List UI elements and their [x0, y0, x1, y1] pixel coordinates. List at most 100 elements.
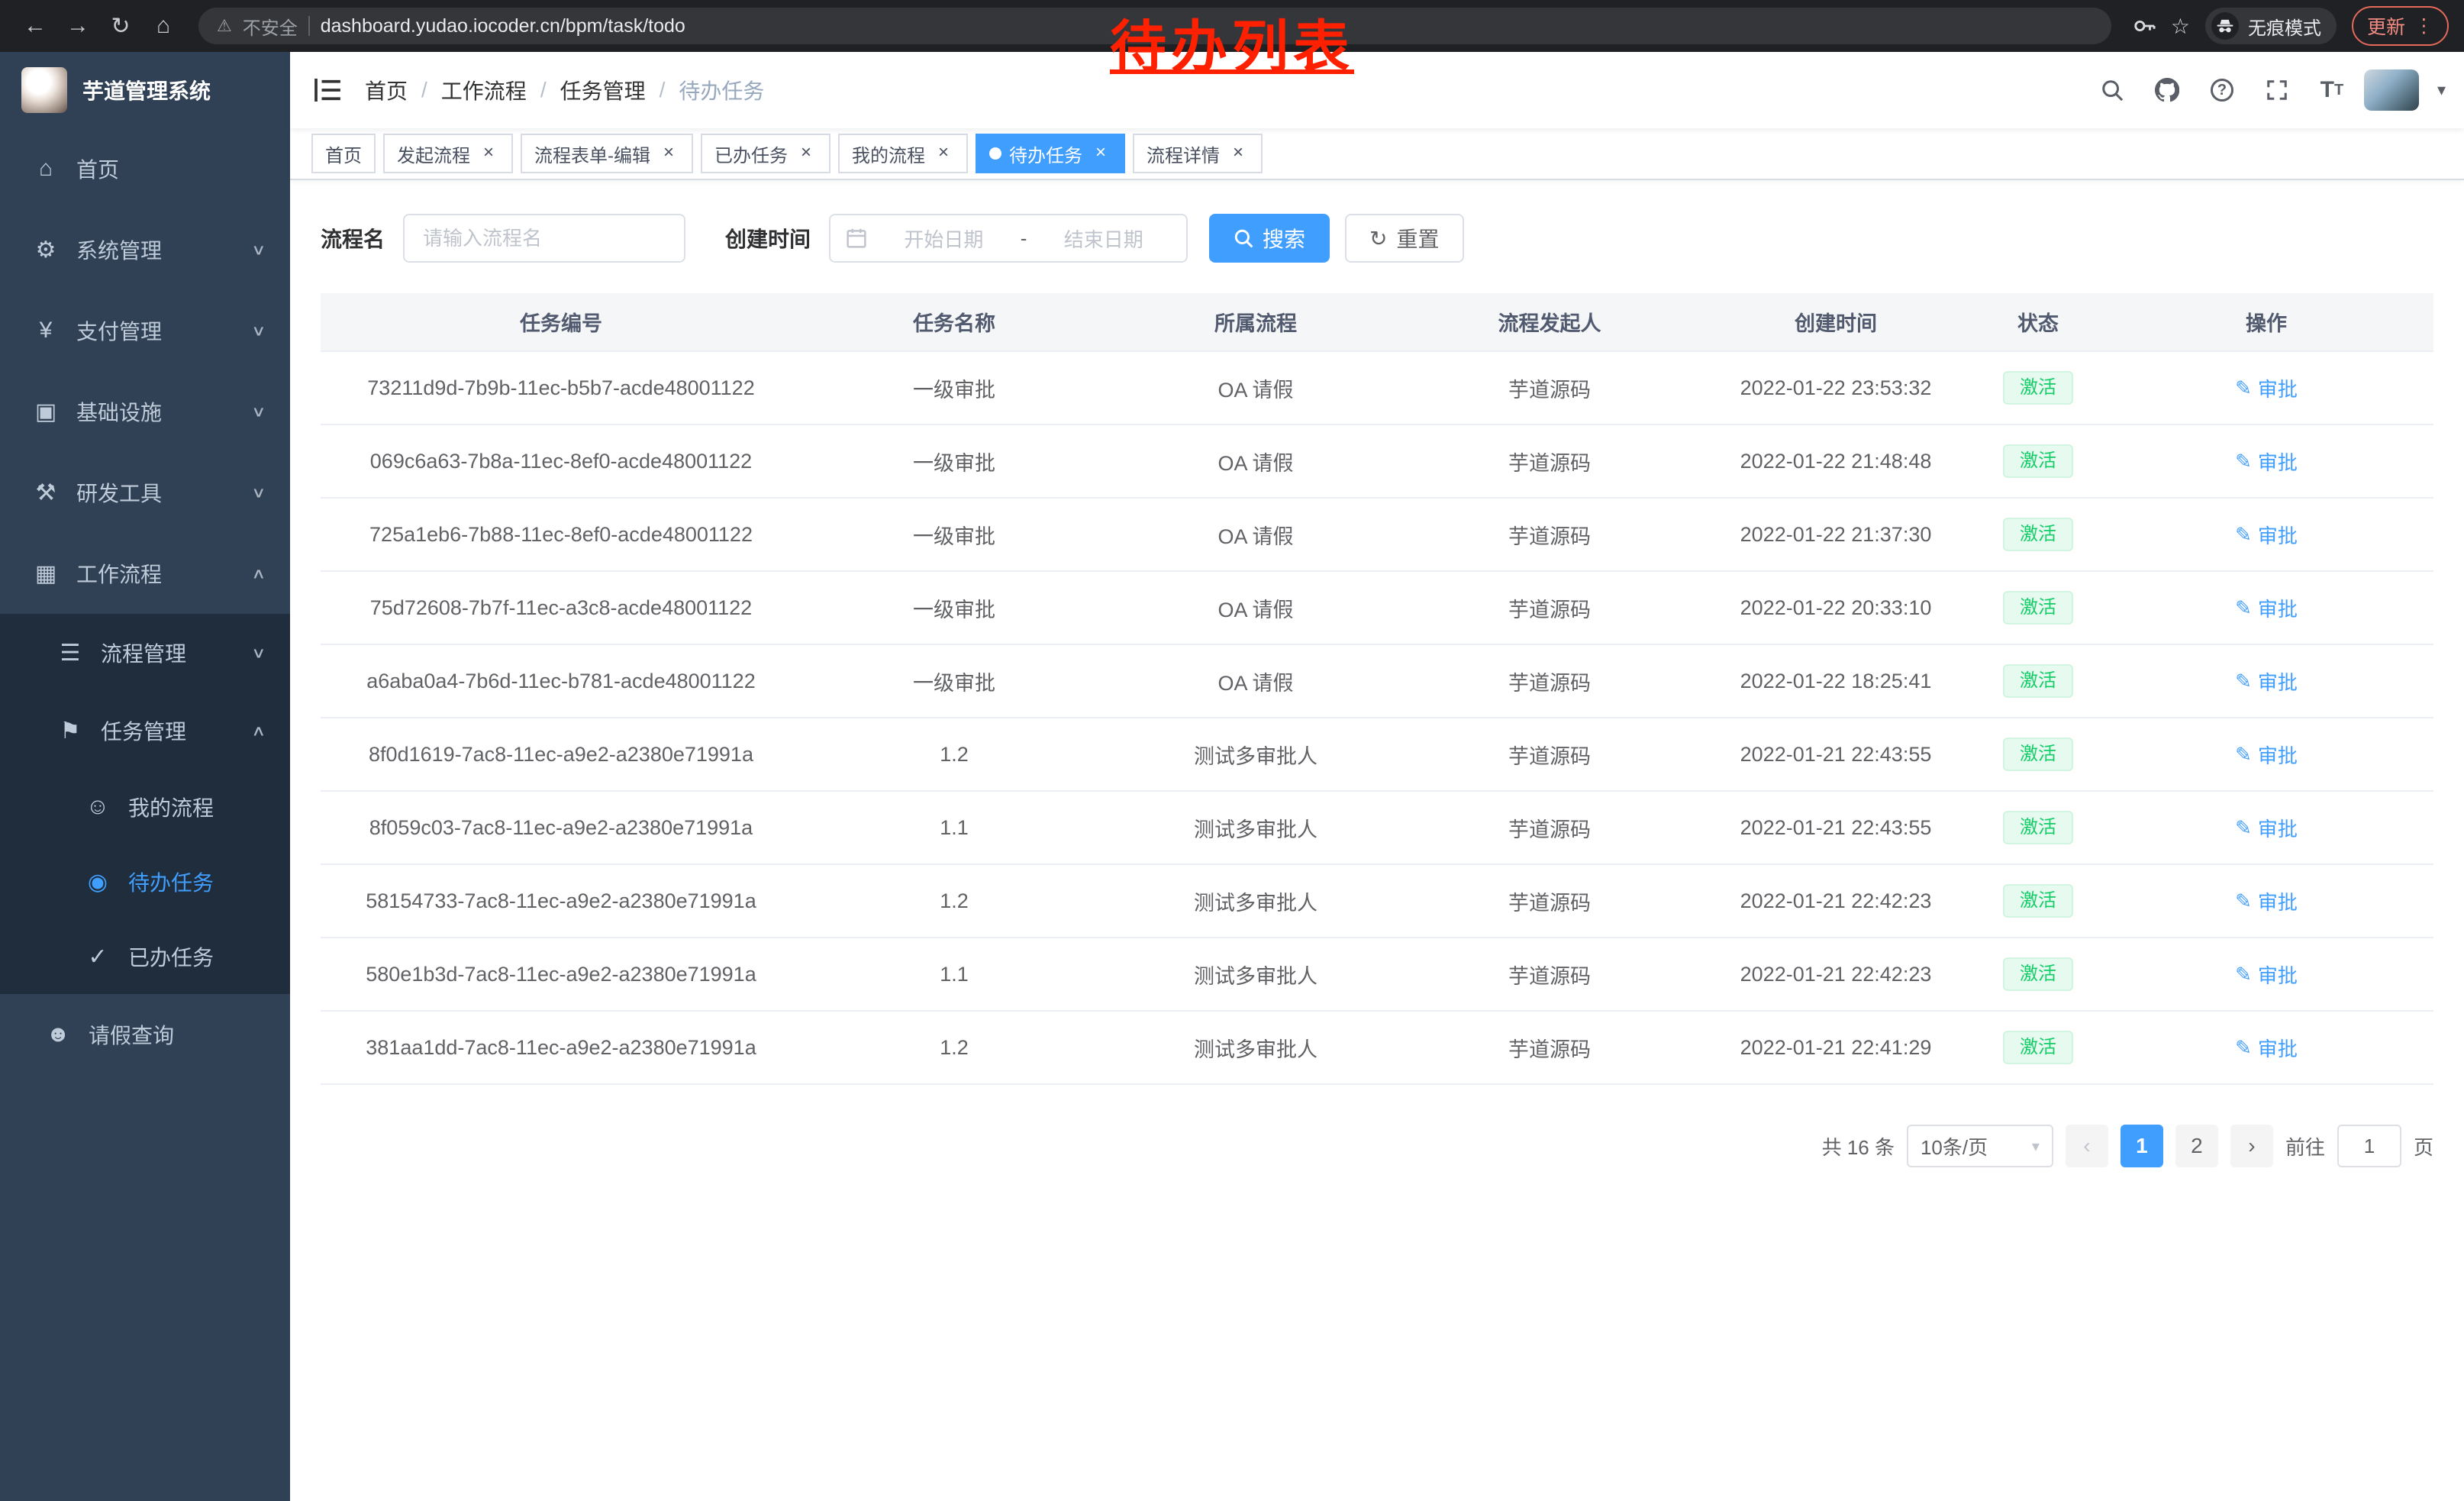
tab-process-form-edit[interactable]: 流程表单-编辑 ×: [521, 134, 693, 173]
bookmark-star-icon[interactable]: ☆: [2171, 14, 2190, 39]
incognito-badge[interactable]: 无痕模式: [2205, 8, 2337, 44]
process-name-input[interactable]: [403, 214, 685, 263]
sidebar-item-home[interactable]: ⌂ 首页: [0, 128, 290, 209]
approve-link[interactable]: ✎审批: [2235, 887, 2298, 915]
approve-link[interactable]: ✎审批: [2235, 741, 2298, 769]
approve-link[interactable]: ✎审批: [2235, 814, 2298, 842]
status-badge: 激活: [2003, 884, 2073, 918]
sidebar-item-devtools[interactable]: ⚒ 研发工具 ∨: [0, 452, 290, 533]
close-icon[interactable]: ×: [795, 143, 817, 164]
close-icon[interactable]: ×: [658, 143, 679, 164]
edit-icon: ✎: [2235, 596, 2252, 620]
reset-button[interactable]: ↻ 重置: [1345, 214, 1463, 263]
sidebar-item-done-tasks[interactable]: ✓ 已办任务: [0, 919, 290, 994]
browser-update-button[interactable]: 更新 ⋮: [2352, 6, 2449, 46]
avatar-caret-icon[interactable]: ▾: [2437, 80, 2446, 100]
sidebar-item-payment[interactable]: ¥ 支付管理 ∨: [0, 290, 290, 371]
table-header-row: 任务编号 任务名称 所属流程 流程发起人 创建时间 状态 操作: [321, 293, 2433, 351]
logo-image: [21, 67, 67, 113]
edit-icon: ✎: [2235, 523, 2252, 547]
start-date-placeholder: 开始日期: [876, 224, 1011, 253]
app-logo[interactable]: 芋道管理系统: [0, 52, 290, 128]
browser-reload-button[interactable]: ↻: [101, 6, 140, 46]
browser-forward-button[interactable]: →: [58, 6, 98, 46]
tab-todo-tasks[interactable]: 待办任务 ×: [976, 134, 1125, 173]
yen-icon: ¥: [31, 318, 61, 344]
person-icon: ☻: [43, 1022, 73, 1047]
chevron-up-icon: ∧: [252, 721, 266, 739]
avatar[interactable]: [2364, 69, 2419, 111]
font-size-icon[interactable]: TT: [2309, 67, 2355, 113]
edit-icon: ✎: [2235, 963, 2252, 986]
tab-done-tasks[interactable]: 已办任务 ×: [701, 134, 830, 173]
github-icon[interactable]: [2144, 67, 2190, 113]
table-row: 75d72608-7b7f-11ec-a3c8-acde48001122 一级审…: [321, 571, 2433, 644]
menu-dots-icon: ⋮: [2414, 15, 2433, 37]
fullscreen-icon[interactable]: [2254, 67, 2300, 113]
page-content: 流程名 创建时间 开始日期 - 结束日期 搜索: [290, 180, 2464, 1501]
sidebar-item-task-management[interactable]: ⚑ 任务管理 ∧: [0, 692, 290, 770]
reset-icon: ↻: [1369, 226, 1387, 251]
browser-home-button[interactable]: ⌂: [144, 6, 183, 46]
help-icon[interactable]: ?: [2199, 67, 2245, 113]
todo-task-table: 任务编号 任务名称 所属流程 流程发起人 创建时间 状态 操作 73211d9d…: [321, 293, 2433, 1085]
back-icon: ←: [24, 13, 47, 39]
tab-home[interactable]: 首页: [311, 134, 376, 173]
status-badge: 激活: [2003, 738, 2073, 771]
app-title: 芋道管理系统: [82, 75, 211, 105]
date-range-picker[interactable]: 开始日期 - 结束日期: [829, 214, 1188, 263]
sidebar-item-system[interactable]: ⚙ 系统管理 ∨: [0, 209, 290, 290]
browser-back-button[interactable]: ←: [15, 6, 55, 46]
warning-icon: ⚠: [217, 16, 232, 36]
incognito-label: 无痕模式: [2248, 13, 2321, 40]
sidebar-item-process-management[interactable]: ☰ 流程管理 ∨: [0, 614, 290, 692]
status-badge: 激活: [2003, 371, 2073, 405]
sidebar-item-infrastructure[interactable]: ▣ 基础设施 ∨: [0, 371, 290, 452]
sidebar-item-todo-tasks[interactable]: ◉ 待办任务: [0, 844, 290, 919]
approve-link[interactable]: ✎审批: [2235, 1034, 2298, 1062]
approve-link[interactable]: ✎审批: [2235, 521, 2298, 549]
edit-icon: ✎: [2235, 889, 2252, 913]
sidebar-toggle-icon[interactable]: [290, 79, 365, 102]
close-icon[interactable]: ×: [1227, 143, 1249, 164]
password-key-icon[interactable]: [2133, 15, 2156, 37]
close-icon[interactable]: ×: [478, 143, 499, 164]
next-page-button[interactable]: ›: [2230, 1125, 2273, 1167]
tags-view: 首页 发起流程 × 流程表单-编辑 × 已办任务 ×: [290, 128, 2464, 180]
breadcrumb-task-management[interactable]: 任务管理: [560, 75, 646, 105]
status-badge: 激活: [2003, 957, 2073, 991]
breadcrumb-workflow[interactable]: 工作流程: [441, 75, 527, 105]
tab-my-process[interactable]: 我的流程 ×: [838, 134, 968, 173]
col-operation: 操作: [2099, 293, 2433, 351]
close-icon[interactable]: ×: [933, 143, 954, 164]
page-button-1[interactable]: 1: [2121, 1125, 2163, 1167]
breadcrumb-home[interactable]: 首页: [365, 75, 408, 105]
close-icon[interactable]: ×: [1090, 143, 1111, 164]
filter-bar: 流程名 创建时间 开始日期 - 结束日期 搜索: [321, 214, 2433, 263]
tab-start-process[interactable]: 发起流程 ×: [383, 134, 513, 173]
chevron-up-icon: ∧: [252, 564, 266, 582]
search-button[interactable]: 搜索: [1209, 214, 1330, 263]
approve-link[interactable]: ✎审批: [2235, 374, 2298, 402]
person-chat-icon: ☺: [82, 794, 113, 820]
approve-link[interactable]: ✎审批: [2235, 594, 2298, 622]
sidebar-item-leave-query[interactable]: ☻ 请假查询: [0, 994, 290, 1075]
home-icon: ⌂: [156, 13, 170, 39]
status-badge: 激活: [2003, 591, 2073, 625]
table-row: 58154733-7ac8-11ec-a9e2-a2380e71991a 1.2…: [321, 864, 2433, 938]
approve-link[interactable]: ✎审批: [2235, 960, 2298, 989]
sidebar-item-workflow[interactable]: ▦ 工作流程 ∧: [0, 533, 290, 614]
approve-link[interactable]: ✎审批: [2235, 447, 2298, 476]
status-badge: 激活: [2003, 811, 2073, 844]
page-size-select[interactable]: 10条/页 ▾: [1907, 1125, 2053, 1167]
search-icon[interactable]: [2089, 67, 2135, 113]
goto-page-input[interactable]: [2337, 1125, 2401, 1167]
page-button-2[interactable]: 2: [2175, 1125, 2218, 1167]
approve-link[interactable]: ✎审批: [2235, 667, 2298, 696]
col-create-time: 创建时间: [1695, 293, 1977, 351]
goto-label: 前往: [2285, 1132, 2325, 1160]
sidebar-item-my-process[interactable]: ☺ 我的流程: [0, 770, 290, 844]
create-time-label: 创建时间: [725, 223, 811, 253]
prev-page-button[interactable]: ‹: [2066, 1125, 2108, 1167]
tab-process-detail[interactable]: 流程详情 ×: [1133, 134, 1263, 173]
